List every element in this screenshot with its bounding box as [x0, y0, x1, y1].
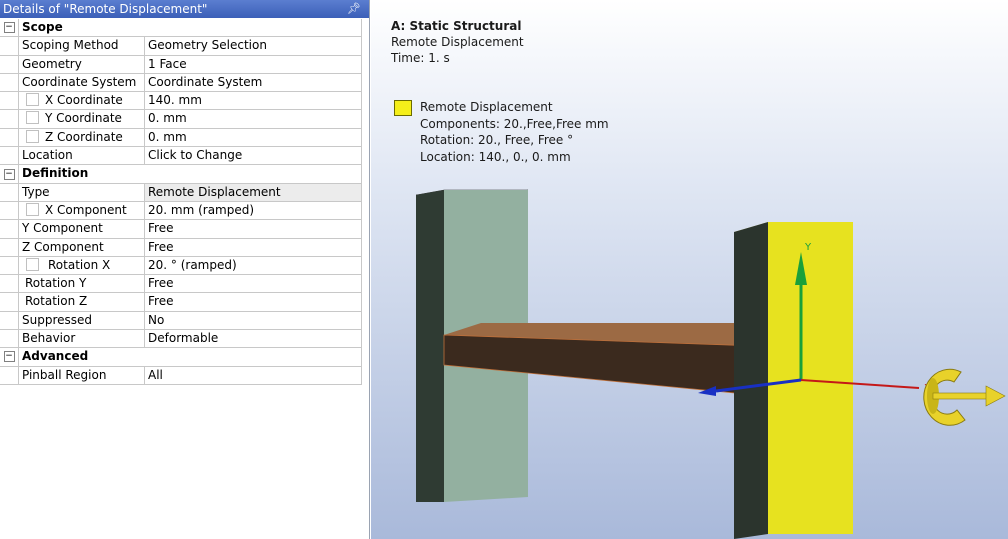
row-type[interactable]: Type Remote Displacement — [0, 183, 362, 202]
row-value[interactable]: Free — [145, 275, 362, 293]
details-title-text: Details of "Remote Displacement" — [3, 2, 208, 16]
details-panel: Details of "Remote Displacement" 📌︎ − Sc… — [0, 0, 370, 539]
row-value[interactable]: Free — [145, 238, 362, 256]
collapse-icon[interactable]: − — [3, 22, 15, 34]
row-z-component[interactable]: Z Component Free — [0, 238, 362, 257]
y-axis-label: Y — [804, 242, 812, 253]
row-value[interactable]: No — [145, 311, 362, 330]
row-value[interactable]: Remote Displacement — [145, 183, 362, 201]
row-name: Scoping Method — [19, 37, 145, 55]
parameter-checkbox[interactable] — [26, 93, 39, 107]
row-rotation-z[interactable]: Rotation Z Free — [0, 293, 362, 312]
row-value[interactable]: 1 Face — [145, 55, 362, 73]
row-coordinate-system[interactable]: Coordinate System Coordinate System — [0, 73, 362, 93]
collapse-icon[interactable]: − — [3, 351, 15, 363]
parameter-checkbox[interactable] — [26, 202, 39, 216]
legend-components: Components: 20.,Free,Free mm — [420, 116, 609, 131]
details-panel-title: Details of "Remote Displacement" 📌︎ — [0, 0, 369, 18]
right-wall-front — [768, 222, 853, 534]
row-value[interactable]: Click to Change — [145, 147, 362, 165]
row-value[interactable]: All — [145, 366, 362, 384]
group-advanced-label: Advanced — [19, 348, 362, 366]
row-z-coordinate[interactable]: Z Coordinate 0. mm — [0, 128, 362, 148]
details-grid: − Scope Scoping Method Geometry Selectio… — [0, 19, 362, 385]
row-location[interactable]: Location Click to Change — [0, 147, 362, 166]
collapse-icon[interactable]: − — [3, 168, 15, 180]
row-name: X Coordinate — [45, 93, 123, 108]
row-name: Behavior — [19, 330, 145, 348]
row-value[interactable]: Free — [145, 293, 362, 311]
pin-icon[interactable]: 📌︎ — [347, 0, 361, 18]
row-name: Z Component — [19, 238, 145, 256]
row-x-component[interactable]: X Component 20. mm (ramped) — [0, 201, 362, 221]
row-value[interactable]: 20. mm (ramped) — [145, 201, 362, 220]
group-definition[interactable]: − Definition — [0, 165, 362, 184]
row-rotation-x[interactable]: Rotation X 20. ° (ramped) — [0, 256, 362, 276]
row-pinball-region[interactable]: Pinball Region All — [0, 366, 362, 385]
row-value[interactable]: Geometry Selection — [145, 37, 362, 55]
row-name: Suppressed — [19, 311, 145, 330]
row-rotation-y[interactable]: Rotation Y Free — [0, 275, 362, 294]
row-value[interactable]: 0. mm — [145, 128, 362, 147]
row-name: Z Coordinate — [45, 129, 123, 144]
row-name: X Component — [45, 202, 127, 217]
legend-swatch — [394, 100, 412, 116]
row-name: Location — [19, 147, 145, 165]
row-behavior[interactable]: Behavior Deformable — [0, 330, 362, 349]
rotation-load-icon — [923, 368, 1006, 426]
row-geometry[interactable]: Geometry 1 Face — [0, 55, 362, 74]
parameter-checkbox[interactable] — [26, 257, 39, 271]
right-wall-side — [734, 222, 768, 539]
row-x-coordinate[interactable]: X Coordinate 140. mm — [0, 92, 362, 111]
viewport-header: A: Static Structural Remote Displacement… — [391, 18, 524, 66]
legend: Remote Displacement Components: 20.,Free… — [394, 99, 609, 165]
group-definition-label: Definition — [19, 165, 362, 183]
row-value[interactable]: 0. mm — [145, 110, 362, 128]
row-name: Rotation Y — [19, 275, 145, 293]
row-name: Coordinate System — [19, 73, 145, 92]
row-name: Rotation X — [48, 257, 111, 272]
row-suppressed[interactable]: Suppressed No — [0, 311, 362, 331]
row-y-coordinate[interactable]: Y Coordinate 0. mm — [0, 110, 362, 129]
row-scoping-method[interactable]: Scoping Method Geometry Selection — [0, 37, 362, 56]
object-name: Remote Displacement — [391, 35, 524, 49]
row-name: Y Coordinate — [45, 111, 122, 126]
row-value[interactable]: Coordinate System — [145, 73, 362, 92]
graphics-viewport[interactable]: Y X A: Static Structural Remote Displace… — [371, 0, 1008, 539]
parameter-checkbox[interactable] — [26, 111, 39, 125]
row-y-component[interactable]: Y Component Free — [0, 220, 362, 239]
left-wall-side — [416, 190, 444, 502]
legend-location: Location: 140., 0., 0. mm — [420, 149, 571, 164]
analysis-title: A: Static Structural — [391, 19, 522, 33]
group-advanced[interactable]: − Advanced — [0, 348, 362, 367]
legend-rotation: Rotation: 20., Free, Free ° — [420, 133, 574, 147]
row-value[interactable]: Deformable — [145, 330, 362, 348]
row-value[interactable]: Free — [145, 220, 362, 238]
row-value[interactable]: 140. mm — [145, 92, 362, 110]
parameter-checkbox[interactable] — [26, 129, 39, 143]
row-name: Pinball Region — [19, 366, 145, 384]
row-name: Y Component — [19, 220, 145, 238]
time-label: Time: 1. s — [391, 51, 450, 65]
row-name: Rotation Z — [19, 293, 145, 311]
group-scope[interactable]: − Scope — [0, 19, 362, 38]
model-scene[interactable]: Y X — [371, 0, 1008, 539]
legend-label: Remote Displacement — [420, 100, 553, 114]
row-name: Geometry — [19, 55, 145, 73]
row-value[interactable]: 20. ° (ramped) — [145, 256, 362, 275]
row-name: Type — [19, 183, 145, 201]
group-scope-label: Scope — [19, 19, 362, 37]
